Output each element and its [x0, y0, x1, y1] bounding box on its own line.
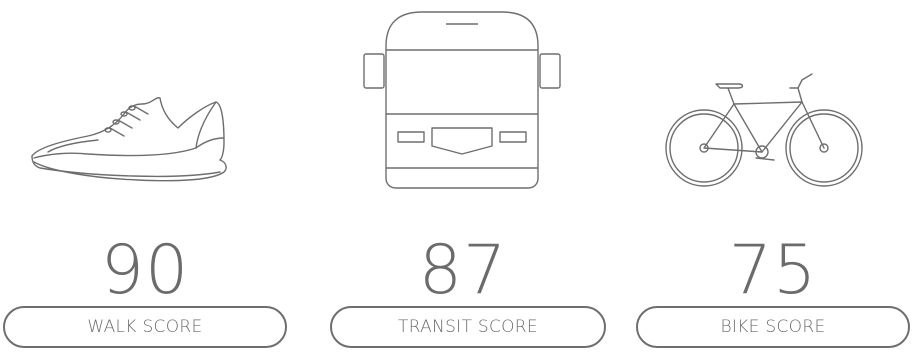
- bike-score-button[interactable]: BIKE SCORE: [636, 306, 910, 348]
- bus-icon: [362, 6, 562, 190]
- walk-score-value: 90: [100, 231, 190, 310]
- transit-score-button[interactable]: TRANSIT SCORE: [330, 306, 606, 348]
- bike-score-value: 75: [728, 231, 818, 310]
- walk-score-section: 90 WALK SCORE: [0, 0, 290, 361]
- transit-score-value: 87: [418, 231, 508, 310]
- walk-score-button[interactable]: WALK SCORE: [3, 306, 287, 348]
- walking-shoe-icon: [28, 92, 234, 188]
- bicycle-icon: [662, 66, 868, 198]
- transit-score-section: 87 TRANSIT SCORE: [318, 0, 608, 361]
- bike-score-section: 75 BIKE SCORE: [628, 0, 918, 361]
